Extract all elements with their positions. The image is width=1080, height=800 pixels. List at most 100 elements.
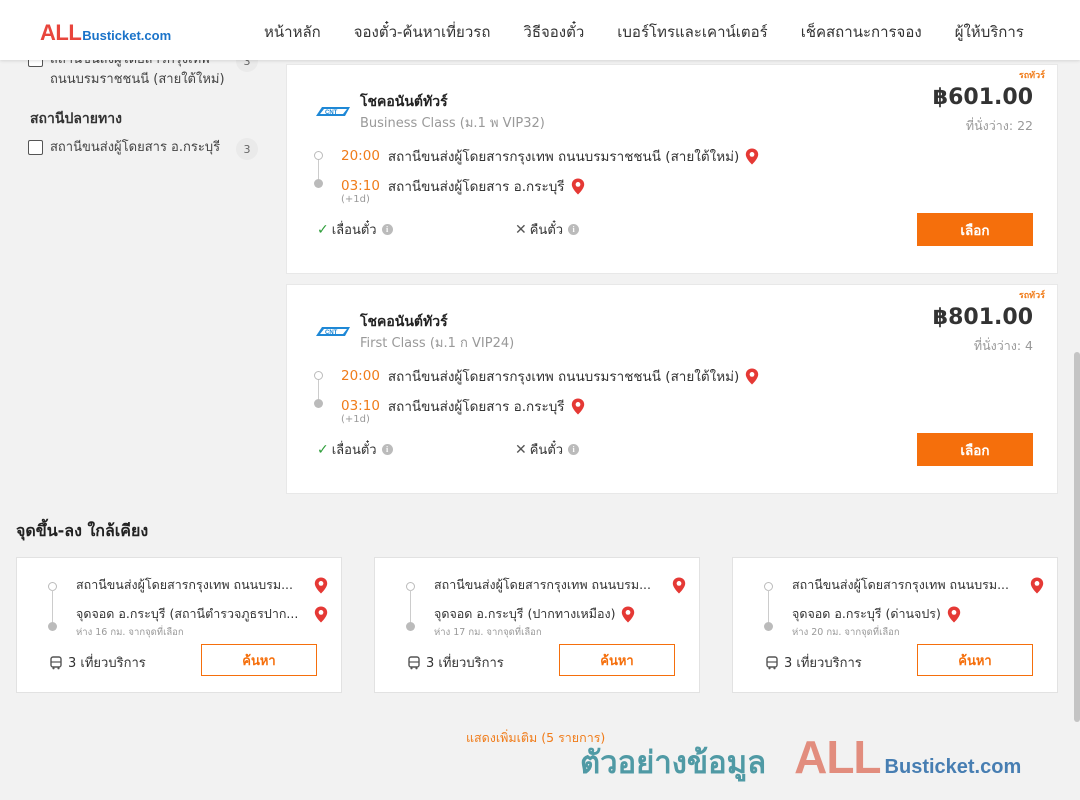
arrival-station: สถานีขนส่งผู้โดยสาร อ.กระบุรี: [387, 399, 565, 415]
route-line: [768, 590, 769, 624]
nearby-trip-count: 3 เที่ยวบริการ: [407, 652, 504, 673]
nav-phone-counters[interactable]: เบอร์โทรและเคาน์เตอร์: [617, 20, 767, 44]
operator-logo-icon: CNT: [316, 107, 350, 116]
nearby-from-stop: สถานีขนส่งผู้โดยสารกรุงเทพ ถนนบรม...: [434, 575, 686, 595]
refund-label: คืนตั๋ว: [529, 443, 564, 458]
map-pin-icon[interactable]: [314, 577, 328, 594]
bus-type-tag: รถทัวร์: [1018, 71, 1045, 81]
trip-price: ฿801.00: [932, 305, 1033, 330]
refund-policy: ✕ คืนตั๋ว i: [515, 219, 580, 240]
map-pin-icon[interactable]: [947, 606, 961, 623]
refund-label: คืนตั๋ว: [529, 223, 564, 238]
refund-policy: ✕ คืนตั๋ว i: [515, 439, 580, 460]
arrival-stop: 03:10 สถานีขนส่งผู้โดยสาร อ.กระบุรี: [341, 395, 585, 417]
map-pin-icon[interactable]: [571, 178, 585, 195]
nearby-from-stop: สถานีขนส่งผู้โดยสารกรุงเทพ ถนนบรม...: [76, 575, 328, 595]
destination-count-badge: 3: [236, 138, 258, 160]
site-logo[interactable]: ALL Busticket.com: [40, 20, 171, 46]
nearby-to-stop: จุดจอด อ.กระบุรี (ปากทางเหมือง): [434, 604, 635, 624]
svg-text:CNT: CNT: [325, 110, 338, 116]
watermark-text: ตัวอย่างข้อมูล: [580, 745, 767, 781]
nearby-from-stop: สถานีขนส่งผู้โดยสารกรุงเทพ ถนนบรม...: [792, 575, 1044, 595]
watermark-all: ALL: [794, 731, 881, 783]
to-dot: [406, 622, 415, 631]
departure-stop: 20:00 สถานีขนส่งผู้โดยสารกรุงเทพ ถนนบรมร…: [341, 365, 759, 387]
nearby-search-button[interactable]: ค้นหา: [917, 644, 1033, 676]
bus-type-tag: รถทัวร์: [1018, 291, 1045, 301]
filter-destination-station[interactable]: สถานีขนส่งผู้โดยสาร อ.กระบุรี 3: [28, 138, 258, 160]
nearby-trip-count: 3 เที่ยวบริการ: [765, 652, 862, 673]
map-pin-icon[interactable]: [745, 368, 759, 385]
nearby-trips-label: 3 เที่ยวบริการ: [426, 656, 504, 671]
nearby-card: สถานีขนส่งผู้โดยสารกรุงเทพ ถนนบรม... จุด…: [374, 557, 700, 693]
info-icon[interactable]: i: [381, 224, 393, 235]
map-pin-icon[interactable]: [1030, 577, 1044, 594]
map-pin-icon[interactable]: [314, 606, 328, 623]
nearby-distance: ห่าง 16 กม. จากจุดที่เลือก: [76, 627, 184, 638]
bus-icon: [766, 655, 778, 669]
check-icon: ✓: [317, 221, 329, 238]
destination-checkbox[interactable]: [28, 140, 43, 155]
info-icon[interactable]: i: [568, 444, 580, 455]
seats-available: ที่นั่งว่าง: 22: [965, 118, 1033, 133]
nearby-search-button[interactable]: ค้นหา: [201, 644, 317, 676]
trip-price: ฿601.00: [932, 85, 1033, 110]
show-more-link[interactable]: แสดงเพิ่มเติม (5 รายการ): [466, 728, 605, 748]
nearby-trips-label: 3 เที่ยวบริการ: [784, 656, 862, 671]
nearby-to-stop: จุดจอด อ.กระบุรี (ด่านจปร): [792, 604, 961, 624]
bus-class: Business Class (ม.1 พ VIP32): [360, 116, 545, 131]
route-line: [52, 590, 53, 624]
bus-class: First Class (ม.1 ก VIP24): [360, 336, 515, 351]
destination-station-label: สถานีขนส่งผู้โดยสาร อ.กระบุรี: [50, 140, 221, 155]
nearby-to-label: จุดจอด อ.กระบุรี (ด่านจปร): [792, 606, 941, 621]
nearby-to-label: จุดจอด อ.กระบุรี (สถานีตำรวจภูธรปาก...: [76, 606, 299, 621]
nav-check-booking[interactable]: เช็คสถานะการจอง: [801, 20, 922, 44]
select-trip-button[interactable]: เลือก: [917, 433, 1033, 466]
nearby-from-label: สถานีขนส่งผู้โดยสารกรุงเทพ ถนนบรม...: [792, 577, 1010, 592]
info-icon[interactable]: i: [381, 444, 393, 455]
map-pin-icon[interactable]: [745, 148, 759, 165]
top-header: ALL Busticket.com หน้าหลัก จองตั๋ว-ค้นหา…: [0, 0, 1080, 60]
arrival-station: สถานีขนส่งผู้โดยสาร อ.กระบุรี: [387, 179, 565, 195]
route-line: [410, 590, 411, 624]
info-icon[interactable]: i: [568, 224, 580, 235]
nav-operators[interactable]: ผู้ให้บริการ: [955, 20, 1024, 44]
to-dot: [764, 622, 773, 631]
nearby-search-button[interactable]: ค้นหา: [559, 644, 675, 676]
arrival-dot: [314, 399, 323, 408]
departure-stop: 20:00 สถานีขนส่งผู้โดยสารกรุงเทพ ถนนบรมร…: [341, 145, 759, 167]
check-icon: ✓: [317, 441, 329, 458]
arrival-time: 03:10: [341, 178, 380, 194]
page-scrollbar[interactable]: [1074, 352, 1080, 722]
nearby-from-label: สถานีขนส่งผู้โดยสารกรุงเทพ ถนนบรม...: [76, 577, 294, 592]
departure-dot: [314, 151, 323, 160]
cross-icon: ✕: [515, 441, 527, 458]
map-pin-icon[interactable]: [571, 398, 585, 415]
map-pin-icon[interactable]: [672, 577, 686, 594]
departure-station: สถานีขนส่งผู้โดยสารกรุงเทพ ถนนบรมราชชนนี…: [387, 369, 740, 385]
nearby-trip-count: 3 เที่ยวบริการ: [49, 652, 146, 673]
nearby-distance: ห่าง 20 กม. จากจุดที่เลือก: [792, 627, 900, 638]
departure-dot: [314, 371, 323, 380]
map-pin-icon[interactable]: [621, 606, 635, 623]
main-nav: หน้าหลัก จองตั๋ว-ค้นหาเที่ยวรถ วิธีจองตั…: [264, 20, 1024, 44]
svg-text:CNT: CNT: [325, 330, 338, 336]
select-trip-button[interactable]: เลือก: [917, 213, 1033, 246]
operator-name: โชคอนันต์ทัวร์: [360, 314, 448, 330]
nearby-card: สถานีขนส่งผู้โดยสารกรุงเทพ ถนนบรม... จุด…: [732, 557, 1058, 693]
operator-name: โชคอนันต์ทัวร์: [360, 94, 448, 110]
nav-book-search[interactable]: จองตั๋ว-ค้นหาเที่ยวรถ: [354, 20, 491, 44]
nav-home[interactable]: หน้าหลัก: [264, 20, 321, 44]
operator-logo-icon: CNT: [316, 327, 350, 336]
departure-time: 20:00: [341, 368, 380, 384]
destination-heading: สถานีปลายทาง: [30, 111, 122, 127]
day-offset: (+1d): [341, 194, 370, 205]
reschedule-label: เลื่อนตั๋ว: [331, 223, 377, 238]
nearby-trips-label: 3 เที่ยวบริการ: [68, 656, 146, 671]
bus-icon: [50, 655, 62, 669]
nav-how-to-book[interactable]: วิธีจองตั๋ว: [523, 20, 584, 44]
nearby-from-label: สถานีขนส่งผู้โดยสารกรุงเทพ ถนนบรม...: [434, 577, 652, 592]
reschedule-policy: ✓ เลื่อนตั๋ว i: [317, 219, 393, 240]
arrival-dot: [314, 179, 323, 188]
nearby-distance: ห่าง 17 กม. จากจุดที่เลือก: [434, 627, 542, 638]
